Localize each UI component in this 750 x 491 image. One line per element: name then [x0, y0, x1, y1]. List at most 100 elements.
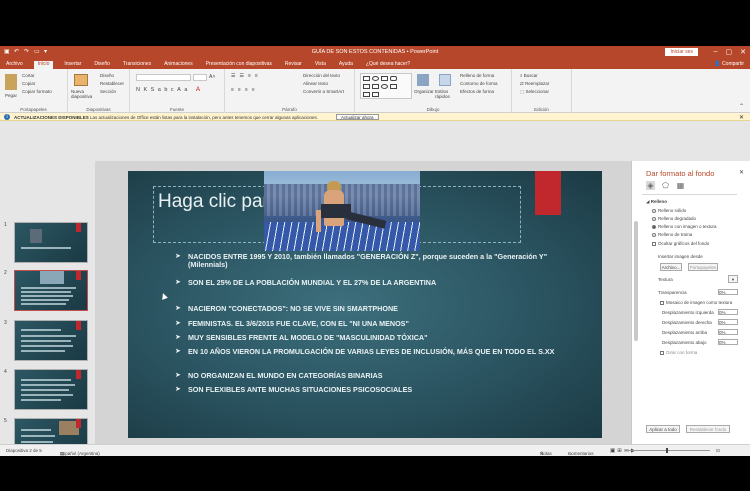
- zoom-slider-handle[interactable]: [666, 448, 668, 453]
- info-bar-close-icon[interactable]: ✕: [739, 114, 744, 121]
- font-format-icons[interactable]: NKSabcAa: [136, 87, 191, 93]
- thumbnail-image[interactable]: [14, 270, 88, 311]
- update-now-button[interactable]: Actualizar ahora: [336, 113, 379, 120]
- shape-fill-button[interactable]: Relleno de forma: [460, 73, 494, 78]
- arrow-shape-icon[interactable]: [372, 84, 379, 89]
- thumbnail-image[interactable]: [14, 320, 88, 361]
- collapse-ribbon-icon[interactable]: ⌃: [739, 103, 744, 110]
- texture-picker[interactable]: ▾: [728, 275, 738, 283]
- triangle-shape-icon[interactable]: [372, 92, 379, 97]
- pentagon-icon[interactable]: ⬠: [661, 181, 670, 190]
- clipboard-group: Pegar Cortar Copiar Copiar formato Porta…: [0, 69, 68, 113]
- shape-outline-button[interactable]: Contorno de forma: [460, 81, 498, 86]
- picture-icon[interactable]: ▦: [676, 181, 685, 190]
- tab-10[interactable]: ¿Qué desea hacer?: [364, 61, 412, 69]
- reset-button[interactable]: Restablecer: [100, 81, 124, 86]
- circle-shape-icon[interactable]: [381, 84, 388, 89]
- select-button[interactable]: ⬚ Seleccionar: [520, 89, 549, 95]
- drawing-group: Organizar Estilos rápidos Relleno de for…: [355, 69, 512, 113]
- paste-icon[interactable]: [5, 74, 17, 90]
- tab-7[interactable]: Revisar: [283, 61, 304, 69]
- cut-button[interactable]: Cortar: [22, 73, 35, 78]
- checkbox-icon: [660, 300, 664, 305]
- tab-5[interactable]: Animaciones: [162, 61, 195, 69]
- tab-3[interactable]: Diseño: [92, 61, 112, 69]
- offset-left-field[interactable]: 0%: [718, 309, 738, 315]
- current-slide[interactable]: Haga clic para agregar título ➤NACIDOS E…: [128, 171, 602, 438]
- minimize-icon[interactable]: –: [714, 48, 718, 56]
- offset-top-field[interactable]: 0%: [718, 329, 738, 335]
- info-icon: i: [4, 114, 10, 120]
- share-button[interactable]: 👤 Compartir: [714, 61, 744, 67]
- list-icons[interactable]: ☰☰≡≡: [231, 73, 262, 79]
- textbox-shape-icon[interactable]: [381, 76, 388, 81]
- font-color-icon[interactable]: A: [196, 87, 200, 93]
- smartart-button[interactable]: Convertir a SmartArt: [303, 89, 344, 94]
- radio-icon: [652, 208, 656, 213]
- brace-shape-icon[interactable]: [363, 92, 370, 97]
- hide-graphics-option[interactable]: Ocultar gráficos del fondo: [652, 241, 709, 246]
- insert-from-label: Insertar imagen desde: [658, 254, 703, 259]
- paste-button[interactable]: Pegar: [5, 93, 17, 98]
- thumbnail-line: [21, 399, 61, 401]
- rotate-with-shape-option[interactable]: Girar con forma: [660, 350, 697, 355]
- tab-2[interactable]: Insertar: [62, 61, 83, 69]
- rounded-rect-shape-icon[interactable]: [390, 76, 397, 81]
- shapes-gallery[interactable]: [360, 73, 412, 99]
- view-buttons[interactable]: ▣⊞▭▶: [610, 448, 637, 454]
- file-button[interactable]: Archivo...: [660, 263, 682, 271]
- pane-close-icon[interactable]: ✕: [739, 169, 744, 176]
- shape-effects-button[interactable]: Efectos de forma: [460, 89, 494, 94]
- arrange-icon[interactable]: [417, 74, 429, 86]
- solid-fill-option[interactable]: Relleno sólido: [652, 208, 686, 213]
- font-name-field[interactable]: [136, 74, 191, 81]
- thumbnail-image[interactable]: [14, 222, 88, 263]
- replace-button[interactable]: ⇄ Reemplazar: [520, 81, 549, 87]
- tab-6[interactable]: Presentación con diapositivas: [204, 61, 274, 69]
- apply-to-all-button[interactable]: Aplicar a todo: [646, 425, 680, 433]
- pattern-fill-option[interactable]: Relleno de trama: [652, 232, 692, 237]
- quick-styles-button[interactable]: Estilos rápidos: [435, 89, 455, 99]
- section-button[interactable]: Sección: [100, 89, 116, 94]
- transparency-field[interactable]: 0%: [718, 289, 738, 295]
- text-direction-button[interactable]: Dirección del texto: [303, 73, 340, 78]
- tile-option[interactable]: Mosaico de imagen como textura: [660, 300, 732, 305]
- athlete-photo[interactable]: [264, 171, 420, 251]
- picture-fill-option[interactable]: Relleno con imagen o textura: [652, 224, 717, 229]
- gradient-fill-option[interactable]: Relleno degradado: [652, 216, 696, 221]
- new-slide-icon[interactable]: [74, 74, 88, 86]
- fill-bucket-icon[interactable]: ◈: [646, 181, 655, 190]
- tab-8[interactable]: Vista: [313, 61, 328, 69]
- align-icons[interactable]: ≡≡≡≡: [231, 87, 259, 93]
- clipboard-button[interactable]: Portapapeles: [688, 263, 718, 271]
- copy-button[interactable]: Copiar: [22, 81, 35, 86]
- oval-shape-icon[interactable]: [372, 76, 379, 81]
- font-size-field[interactable]: [193, 74, 207, 81]
- format-painter-button[interactable]: Copiar formato: [22, 89, 52, 94]
- arrange-button[interactable]: Organizar: [414, 89, 434, 94]
- tab-4[interactable]: Transiciones: [121, 61, 153, 69]
- thumbnail-image[interactable]: [14, 369, 88, 410]
- fill-section-header[interactable]: ◢ Relleno: [646, 199, 667, 205]
- offset-right-field[interactable]: 0%: [718, 319, 738, 325]
- align-text-button[interactable]: Alinear texto: [303, 81, 328, 86]
- tab-1[interactable]: Inicio: [33, 61, 54, 69]
- reset-background-button[interactable]: Restablecer fondo: [686, 425, 730, 433]
- maximize-icon[interactable]: ▢: [726, 48, 733, 56]
- fit-slide-icon[interactable]: ⊡: [716, 448, 720, 454]
- quick-styles-icon[interactable]: [439, 74, 451, 86]
- font-grow-icon[interactable]: A˄: [209, 74, 215, 80]
- layout-button[interactable]: Diseño: [100, 73, 114, 78]
- close-icon[interactable]: ✕: [740, 48, 746, 56]
- tab-0[interactable]: Archivo: [4, 61, 25, 69]
- find-button[interactable]: ⌕ Buscar: [520, 73, 538, 78]
- offset-bottom-field[interactable]: 0%: [718, 339, 738, 345]
- sign-in-button[interactable]: Iniciar ses: [665, 48, 698, 56]
- new-slide-button[interactable]: Nueva diapositiva: [71, 89, 95, 99]
- option-label: Relleno sólido: [658, 208, 687, 213]
- tab-9[interactable]: Ayuda: [337, 61, 355, 69]
- rectangle-shape-icon[interactable]: [363, 76, 370, 81]
- pane-scrollbar[interactable]: [634, 221, 638, 341]
- star-shape-icon[interactable]: [390, 84, 397, 89]
- line-shape-icon[interactable]: [363, 84, 370, 89]
